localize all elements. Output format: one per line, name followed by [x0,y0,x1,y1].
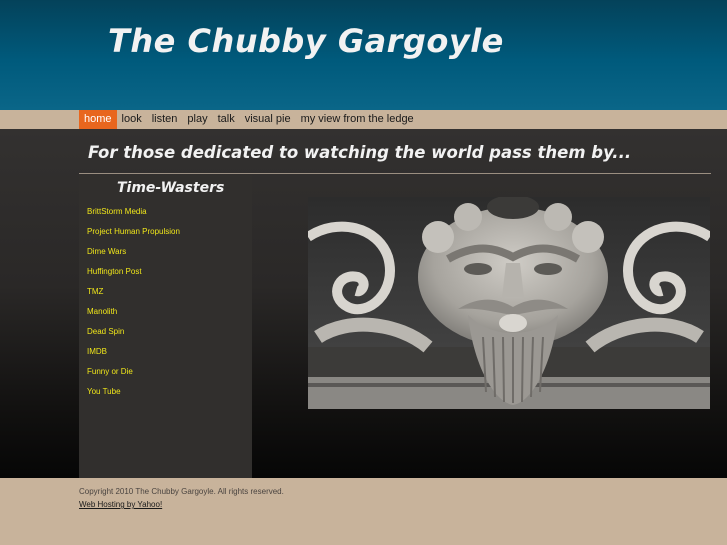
link-list: BrittStorm Media Project Human Propulsio… [87,205,180,405]
nav-item-listen[interactable]: listen [147,110,183,129]
nav-item-visual-pie[interactable]: visual pie [240,110,296,129]
link-huffington-post[interactable]: Huffington Post [87,265,180,285]
site-title: The Chubby Gargoyle [108,22,504,60]
site-header: The Chubby Gargoyle [0,0,727,110]
link-project-human-propulsion[interactable]: Project Human Propulsion [87,225,180,245]
link-funny-or-die[interactable]: Funny or Die [87,365,180,385]
link-you-tube[interactable]: You Tube [87,385,180,405]
main-content: For those dedicated to watching the worl… [0,129,727,478]
link-brittstorm-media[interactable]: BrittStorm Media [87,205,180,225]
site-footer: Copyright 2010 The Chubby Gargoyle. All … [0,478,727,545]
nav-item-talk[interactable]: talk [213,110,240,129]
link-dead-spin[interactable]: Dead Spin [87,325,180,345]
nav-item-play[interactable]: play [182,110,212,129]
link-imdb[interactable]: IMDB [87,345,180,365]
link-tmz[interactable]: TMZ [87,285,180,305]
nav-item-my-view[interactable]: my view from the ledge [296,110,419,129]
sidebar: Time-Wasters BrittStorm Media Project Hu… [79,175,252,478]
divider [79,173,711,174]
main-nav: home look listen play talk visual pie my… [0,110,727,129]
link-dime-wars[interactable]: Dime Wars [87,245,180,265]
nav-item-look[interactable]: look [117,110,147,129]
copyright-text: Copyright 2010 The Chubby Gargoyle. All … [79,487,284,496]
nav-list: home look listen play talk visual pie my… [79,110,419,129]
web-hosting-link[interactable]: Web Hosting by Yahoo! [79,500,162,509]
gargoyle-photo [308,197,710,409]
nav-item-home[interactable]: home [79,110,117,129]
link-manolith[interactable]: Manolith [87,305,180,325]
tagline: For those dedicated to watching the worl… [88,143,632,162]
sidebar-title: Time-Wasters [117,180,225,196]
